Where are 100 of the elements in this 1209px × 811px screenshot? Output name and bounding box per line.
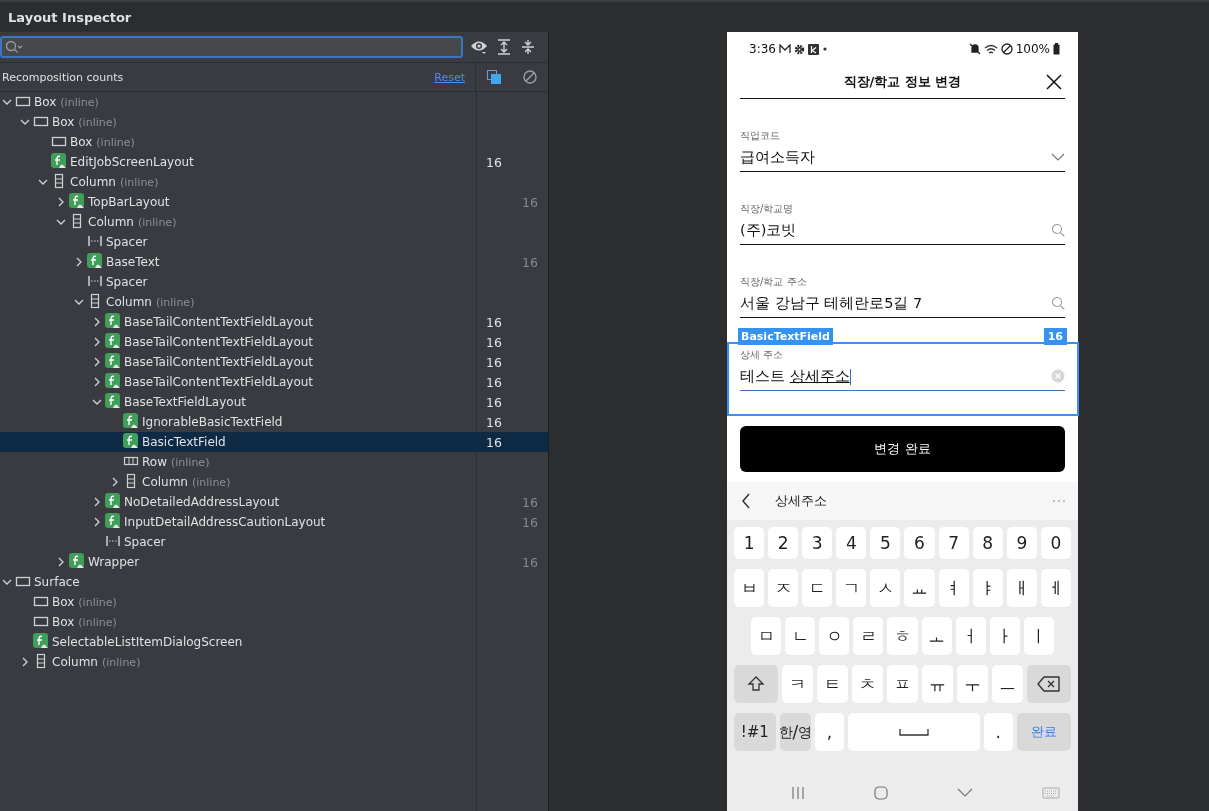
keyboard-key[interactable]: ㄹ xyxy=(853,617,884,655)
keyboard-key[interactable]: ㅏ xyxy=(989,617,1020,655)
keyboard-key[interactable]: ㅑ xyxy=(972,569,1003,607)
chevron-right-icon[interactable] xyxy=(110,477,120,487)
tree-row[interactable]: Column (inline) xyxy=(0,652,548,672)
chevron-right-icon[interactable] xyxy=(20,657,30,667)
keyboard-key[interactable]: ㅍ xyxy=(886,665,919,703)
keyboard-key[interactable]: ㅔ xyxy=(1040,569,1071,607)
keyboard-key[interactable]: ㅌ xyxy=(816,665,848,703)
tree-row[interactable]: Box (inline) xyxy=(0,612,548,632)
keyboard-key[interactable]: ㅛ xyxy=(904,569,935,607)
keyboard-key[interactable]: 2 xyxy=(768,527,799,559)
chevron-down-icon[interactable] xyxy=(2,577,12,587)
tree-row[interactable]: BasicTextField 16 xyxy=(0,432,548,452)
keyboard-key[interactable]: ㅡ xyxy=(992,665,1024,703)
keyboard-key[interactable]: ㅜ xyxy=(957,665,989,703)
close-icon[interactable] xyxy=(1045,73,1063,91)
chevron-right-icon[interactable] xyxy=(56,197,66,207)
keyboard-key[interactable]: . xyxy=(983,713,1013,751)
tree-row[interactable]: Column (inline) xyxy=(0,472,548,492)
chevron-down-icon[interactable] xyxy=(2,97,12,107)
tree-row[interactable]: BaseTailContentTextFieldLayout 16 xyxy=(0,352,548,372)
keyboard-key[interactable]: ㅇ xyxy=(819,617,850,655)
chevron-down-icon[interactable] xyxy=(38,177,48,187)
keyboard-key[interactable] xyxy=(734,665,778,703)
chevron-right-icon[interactable] xyxy=(56,557,66,567)
keyboard-key[interactable]: ㅈ xyxy=(768,569,799,607)
text-field[interactable]: 테스트 상세주소 xyxy=(740,364,1065,391)
keyboard-key[interactable]: 7 xyxy=(938,527,969,559)
collapse-all-icon[interactable] xyxy=(519,39,537,55)
keyboard-key[interactable]: ㄷ xyxy=(802,569,833,607)
text-field[interactable]: 급여소득자 xyxy=(740,145,1065,172)
chevron-right-icon[interactable] xyxy=(92,357,102,367)
keyboard-key[interactable]: 1 xyxy=(734,527,765,559)
tree-row[interactable]: Spacer xyxy=(0,232,548,252)
tree-row[interactable]: Column (inline) xyxy=(0,292,548,312)
keyboard-key[interactable]: ㅗ xyxy=(921,617,952,655)
chevron-down-icon[interactable] xyxy=(74,297,84,307)
tree-row[interactable]: Column (inline) xyxy=(0,212,548,232)
chevron-right-icon[interactable] xyxy=(92,337,102,347)
keyboard-key[interactable]: ㅋ xyxy=(781,665,813,703)
tree-row[interactable]: Spacer xyxy=(0,532,548,552)
keyboard-key[interactable]: ㄱ xyxy=(836,569,867,607)
keyboard-key[interactable]: ㅁ xyxy=(751,617,782,655)
tree-row[interactable]: Box (inline) xyxy=(0,132,548,152)
keyboard-key[interactable]: ㅐ xyxy=(1006,569,1037,607)
tree-row[interactable]: BaseTextFieldLayout 16 xyxy=(0,392,548,412)
chevron-right-icon[interactable] xyxy=(92,497,102,507)
tree-row[interactable]: TopBarLayout 16 xyxy=(0,192,548,212)
tree-row[interactable]: Surface xyxy=(0,572,548,592)
submit-button[interactable]: 변경 완료 xyxy=(740,426,1065,472)
keyboard-key[interactable]: 8 xyxy=(972,527,1003,559)
keyboard-key[interactable]: 0 xyxy=(1040,527,1071,559)
tree-row[interactable]: Wrapper 16 xyxy=(0,552,548,572)
keyboard-key[interactable]: ㅓ xyxy=(955,617,986,655)
tree-row[interactable]: NoDetailedAddressLayout 16 xyxy=(0,492,548,512)
tree-row[interactable]: Box (inline) xyxy=(0,592,548,612)
keyboard-key[interactable] xyxy=(1027,665,1072,703)
keyboard-key[interactable]: ㅊ xyxy=(851,665,883,703)
text-field[interactable]: 서울 강남구 테헤란로5길 7 xyxy=(740,291,1065,318)
chevron-right-icon[interactable] xyxy=(74,257,84,267)
tree-row[interactable]: Box (inline) xyxy=(0,112,548,132)
tree-row[interactable]: EditJobScreenLayout 16 xyxy=(0,152,548,172)
tree-row[interactable]: Spacer xyxy=(0,272,548,292)
chevron-down-icon[interactable] xyxy=(92,397,102,407)
tree-row[interactable]: BaseText 16 xyxy=(0,252,548,272)
tree-row[interactable]: Row (inline) xyxy=(0,452,548,472)
tree-row[interactable]: BaseTailContentTextFieldLayout 16 xyxy=(0,332,548,352)
back-icon[interactable] xyxy=(741,493,751,509)
text-field[interactable]: (주)코빗 xyxy=(740,218,1065,245)
chevron-right-icon[interactable] xyxy=(92,377,102,387)
search-icon[interactable] xyxy=(1051,223,1065,237)
home-icon[interactable] xyxy=(874,786,888,800)
keyboard-key[interactable]: ㄴ xyxy=(785,617,816,655)
keyboard-key[interactable]: , xyxy=(815,713,844,751)
keyboard-key[interactable]: ㅎ xyxy=(887,617,918,655)
search-field[interactable] xyxy=(0,36,463,58)
tree-row[interactable]: InputDetailAddressCautionLayout 16 xyxy=(0,512,548,532)
tree-row[interactable]: SelectableListItemDialogScreen xyxy=(0,632,548,652)
tree-row[interactable]: Box (inline) xyxy=(0,92,548,112)
tree-row[interactable]: IgnorableBasicTextField 16 xyxy=(0,412,548,432)
tree-row[interactable]: BaseTailContentTextFieldLayout 16 xyxy=(0,372,548,392)
keyboard-key[interactable]: 6 xyxy=(904,527,935,559)
keyboard-key[interactable]: ㅂ xyxy=(734,569,765,607)
chevron-right-icon[interactable] xyxy=(92,317,102,327)
tree-row[interactable]: BaseTailContentTextFieldLayout 16 xyxy=(0,312,548,332)
hide-keyboard-icon[interactable] xyxy=(957,788,973,798)
expand-all-icon[interactable] xyxy=(495,39,513,55)
keyboard-key[interactable]: 4 xyxy=(836,527,867,559)
chevron-down-icon[interactable] xyxy=(56,217,66,227)
search-icon[interactable] xyxy=(1051,296,1065,310)
chevron-down-icon[interactable] xyxy=(1051,152,1065,162)
keyboard-key[interactable]: 5 xyxy=(870,527,901,559)
keyboard-key[interactable]: !#1 xyxy=(734,713,776,751)
keyboard-key[interactable]: ㅠ xyxy=(922,665,954,703)
keyboard-key[interactable]: 3 xyxy=(802,527,833,559)
chevron-right-icon[interactable] xyxy=(92,517,102,527)
keyboard-key[interactable]: ㅣ xyxy=(1023,617,1054,655)
keyboard-key[interactable]: ㅅ xyxy=(870,569,901,607)
keyboard-key[interactable]: 9 xyxy=(1006,527,1037,559)
